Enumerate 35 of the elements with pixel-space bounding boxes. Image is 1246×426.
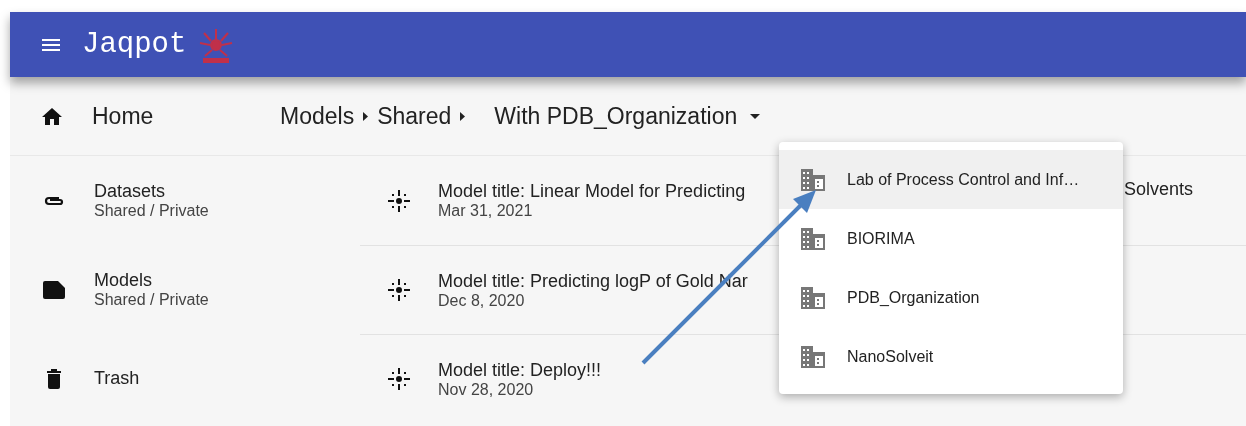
sidebar-item[interactable]: Datasets xyxy=(94,181,209,202)
sparkle-icon xyxy=(388,368,410,390)
breadcrumb-link[interactable]: Models xyxy=(280,102,355,130)
building-icon xyxy=(801,227,825,250)
sparkle-icon xyxy=(388,189,410,212)
model-date: Mar 31, 2021 xyxy=(438,202,534,220)
organization-dropdown[interactable]: With PDB_Organization xyxy=(494,102,738,130)
menu-item[interactable]: NanoSolveit xyxy=(779,327,1123,386)
sidebar-subtitle: Shared / Private xyxy=(94,291,209,309)
paperclip-icon[interactable] xyxy=(43,194,65,207)
building-icon xyxy=(801,286,825,309)
model-title[interactable]: Model title: Deploy!!! xyxy=(438,359,602,381)
breadcrumb-link[interactable]: Shared xyxy=(377,102,452,130)
app-title: Jaqpot xyxy=(82,28,187,61)
sidebar-subtitle: Shared / Private xyxy=(94,202,209,220)
model-title[interactable]: Solvents xyxy=(1123,179,1193,200)
menu-item[interactable]: PDB_Organization xyxy=(779,268,1123,327)
building-icon xyxy=(801,345,825,368)
chevron-right-icon xyxy=(363,111,369,121)
document-icon[interactable] xyxy=(43,280,65,299)
menu-icon[interactable] xyxy=(42,38,60,51)
menu-item[interactable]: BIORIMA xyxy=(779,209,1123,268)
model-date: Dec 8, 2020 xyxy=(438,291,526,310)
home-icon[interactable] xyxy=(42,107,62,125)
sidebar-item[interactable]: Models xyxy=(94,270,209,291)
caret-down-icon[interactable] xyxy=(750,113,761,119)
sparkle-icon xyxy=(388,279,410,301)
building-icon xyxy=(801,168,825,191)
home-link[interactable]: Home xyxy=(92,102,154,130)
sidebar-item[interactable]: Trash xyxy=(94,368,140,389)
menu-item[interactable]: Lab of Process Control and Inf… xyxy=(779,150,1123,209)
trash-icon[interactable] xyxy=(47,368,61,389)
chevron-right-icon xyxy=(460,111,466,121)
model-title[interactable]: Model title: Linear Model for Predicting xyxy=(438,181,746,202)
model-date: Nov 28, 2020 xyxy=(438,380,535,399)
